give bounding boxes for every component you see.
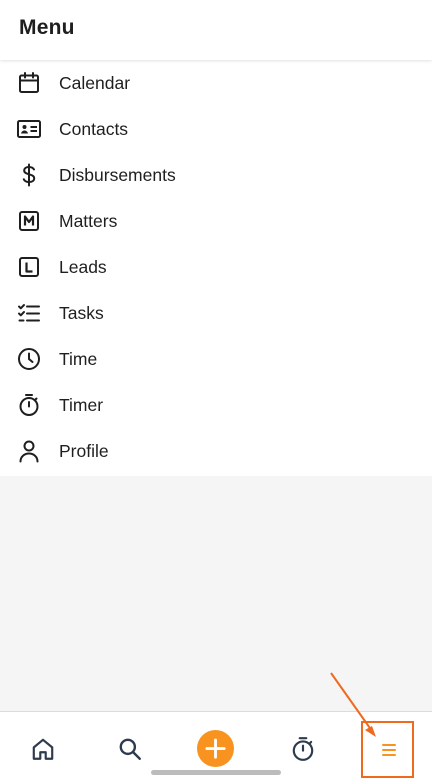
person-icon (17, 439, 41, 463)
hamburger-menu-icon[interactable] (376, 739, 400, 759)
leads-l-icon (17, 255, 41, 279)
menu-item-disbursements[interactable]: Disbursements (0, 152, 432, 198)
calendar-icon (17, 71, 41, 95)
checklist-icon (17, 301, 41, 325)
menu-item-label: Matters (59, 211, 118, 231)
home-icon[interactable] (30, 736, 56, 762)
home-indicator (151, 770, 281, 775)
stopwatch-icon (17, 393, 41, 417)
menu-item-leads[interactable]: Leads (0, 244, 432, 290)
menu-item-label: Calendar (59, 73, 131, 93)
page-title: Menu (19, 16, 75, 39)
menu-item-label: Disbursements (59, 165, 176, 185)
menu-item-timer[interactable]: Timer (0, 382, 432, 428)
menu-item-calendar[interactable]: Calendar (0, 60, 432, 106)
stopwatch-icon[interactable] (290, 736, 316, 762)
contact-card-icon (17, 117, 41, 141)
app-header: Menu (0, 0, 432, 60)
menu-item-contacts[interactable]: Contacts (0, 106, 432, 152)
menu-item-tasks[interactable]: Tasks (0, 290, 432, 336)
menu-list: Calendar Contacts Disbursements Matters … (0, 60, 432, 476)
menu-item-matters[interactable]: Matters (0, 198, 432, 244)
dollar-icon (17, 163, 41, 187)
clock-icon (17, 347, 41, 371)
add-button[interactable] (197, 730, 234, 767)
menu-item-label: Contacts (59, 119, 129, 139)
menu-item-label: Leads (59, 257, 107, 277)
add-icon (205, 738, 226, 759)
menu-item-label: Time (59, 349, 98, 369)
menu-item-label: Profile (59, 441, 109, 461)
search-icon[interactable] (117, 736, 143, 762)
matters-m-icon (17, 209, 41, 233)
menu-item-label: Tasks (59, 303, 104, 323)
menu-item-profile[interactable]: Profile (0, 428, 432, 474)
menu-item-label: Timer (59, 395, 104, 415)
menu-item-time[interactable]: Time (0, 336, 432, 382)
